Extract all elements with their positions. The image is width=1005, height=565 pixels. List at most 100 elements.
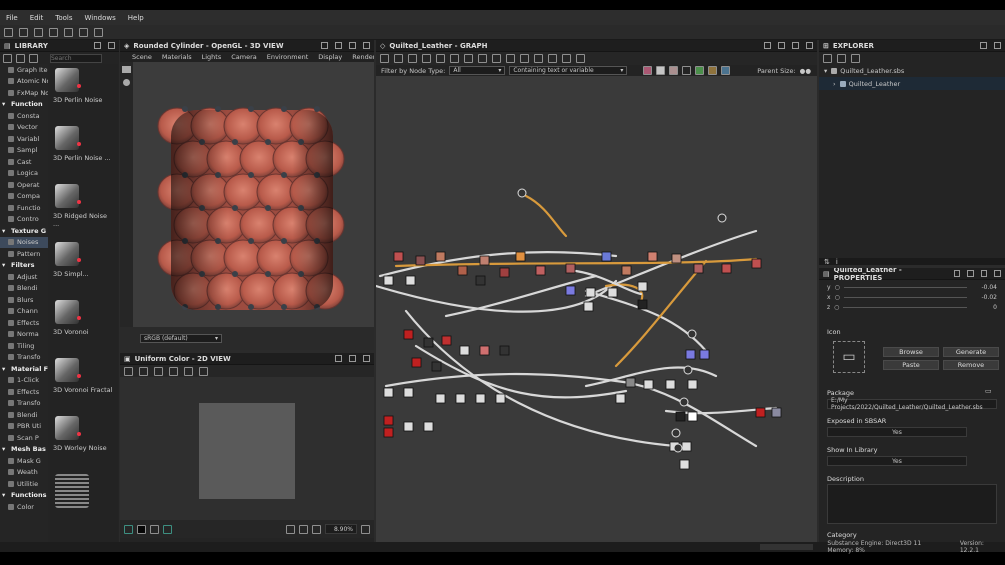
library-edit-icon[interactable] [29, 53, 38, 63]
dot-node[interactable] [671, 428, 681, 438]
zoom-field[interactable]: 8.90% [325, 524, 357, 534]
save-icon[interactable] [64, 27, 73, 37]
library-item[interactable]: Weath [0, 467, 48, 479]
graph-node[interactable] [565, 285, 576, 296]
pin-icon[interactable] [953, 270, 961, 277]
menu-file[interactable]: File [0, 14, 24, 22]
library-filter-icon[interactable] [3, 53, 12, 63]
library-item[interactable]: Norma [0, 329, 48, 341]
graph-node[interactable] [423, 337, 434, 348]
graph-node[interactable] [687, 379, 698, 390]
library-item[interactable]: Consta [0, 110, 48, 122]
graph-node[interactable] [455, 393, 466, 404]
dot-node[interactable] [679, 397, 689, 407]
graph-node[interactable] [679, 459, 690, 470]
move-icon[interactable] [394, 54, 403, 63]
color-icon[interactable] [643, 66, 653, 75]
folder-icon[interactable]: ▭ [985, 387, 992, 395]
align-icon[interactable] [506, 54, 515, 63]
property-value[interactable]: -0.04 [971, 284, 997, 291]
distribute-icon[interactable] [520, 54, 529, 63]
alpha-icon[interactable] [163, 524, 172, 534]
graph-node[interactable] [665, 379, 676, 390]
graph-node[interactable] [565, 263, 576, 274]
library-thumbnail[interactable]: 3D Voronoi [50, 296, 118, 354]
graph-node[interactable] [441, 335, 452, 346]
fx-icon[interactable] [721, 66, 731, 75]
close-icon[interactable] [994, 42, 1001, 49]
settings-icon[interactable] [851, 53, 860, 63]
undo-icon[interactable] [79, 27, 88, 37]
graph-node[interactable] [405, 275, 416, 286]
new-icon[interactable] [823, 53, 832, 63]
library-item[interactable]: Cast [0, 156, 48, 168]
dot-node[interactable] [517, 188, 527, 198]
import-icon[interactable] [34, 27, 43, 37]
view3d-menu-environment[interactable]: Environment [267, 53, 309, 61]
graph-node[interactable] [435, 393, 446, 404]
library-item[interactable]: Adjust [0, 271, 48, 283]
graph-node[interactable] [675, 411, 686, 422]
close-icon[interactable] [994, 270, 1002, 277]
exposed-select[interactable]: Yes [827, 427, 967, 437]
library-thumbnail[interactable] [50, 470, 118, 528]
graph-node[interactable] [601, 251, 612, 262]
menu-tools[interactable]: Tools [49, 14, 78, 22]
node-type-select[interactable]: All ▾ [449, 66, 506, 75]
library-item[interactable]: Contro [0, 214, 48, 226]
export-icon[interactable] [562, 54, 571, 63]
graph-node[interactable] [435, 251, 446, 262]
save-icon[interactable] [139, 366, 148, 376]
library-item[interactable]: Blendi [0, 409, 48, 421]
search-icon[interactable] [436, 54, 445, 63]
graph-node[interactable] [583, 301, 594, 312]
library-item[interactable]: Effects [0, 386, 48, 398]
camera-icon[interactable] [122, 66, 131, 73]
library-item[interactable]: Logica [0, 168, 48, 180]
lock-icon[interactable] [361, 524, 370, 534]
library-item[interactable]: Effects [0, 317, 48, 329]
library-item[interactable]: Functio [0, 202, 48, 214]
new-package-icon[interactable] [4, 27, 13, 37]
menu-windows[interactable]: Windows [79, 14, 122, 22]
float-icon[interactable] [967, 270, 974, 277]
dot-node[interactable] [673, 443, 683, 453]
library-category[interactable]: ▾ Filters [0, 260, 48, 272]
graph-node[interactable] [383, 275, 394, 286]
histogram-icon[interactable] [199, 366, 208, 376]
graph-node[interactable] [499, 345, 510, 356]
library-item[interactable]: Compa [0, 191, 48, 203]
graph-node[interactable] [495, 393, 506, 404]
library-thumbnail[interactable]: 3D Simpl... [50, 238, 118, 296]
graph-node[interactable] [475, 393, 486, 404]
close-icon[interactable] [363, 355, 370, 362]
library-item[interactable]: Utilitie [0, 478, 48, 490]
remove-button[interactable]: Remove [943, 360, 999, 370]
view3d-menu-renderer[interactable]: Renderer [352, 53, 374, 61]
graph-node[interactable] [637, 281, 648, 292]
library-item[interactable]: Noises [0, 236, 48, 248]
fit-icon[interactable] [299, 524, 308, 534]
graph-node[interactable] [383, 427, 394, 438]
library-thumbnail[interactable]: 3D Perlin Noise [50, 64, 118, 122]
graph-node[interactable] [687, 411, 698, 422]
view3d-menu-scene[interactable]: Scene [132, 53, 152, 61]
library-item[interactable]: Sampl [0, 145, 48, 157]
slider-handle-icon[interactable]: ○ [834, 304, 839, 311]
info-icon[interactable]: i [836, 258, 838, 266]
library-category[interactable]: ▾ Material F [0, 363, 48, 375]
browse-button[interactable]: Browse [883, 347, 939, 357]
graph-canvas[interactable] [376, 76, 817, 542]
library-category[interactable]: ▾ Functions [0, 490, 48, 502]
graph-node[interactable] [585, 287, 596, 298]
graph-node[interactable] [383, 387, 394, 398]
library-item[interactable]: Transfo [0, 398, 48, 410]
float-icon[interactable] [778, 42, 785, 49]
grid-icon[interactable] [576, 54, 585, 63]
camera-icon[interactable] [408, 54, 417, 63]
graph-node[interactable] [643, 379, 654, 390]
library-thumbnail[interactable]: 3D Voronoi Fractal [50, 354, 118, 412]
graph-node[interactable] [607, 287, 618, 298]
graph-node[interactable] [693, 263, 704, 274]
redo-icon[interactable] [94, 27, 103, 37]
